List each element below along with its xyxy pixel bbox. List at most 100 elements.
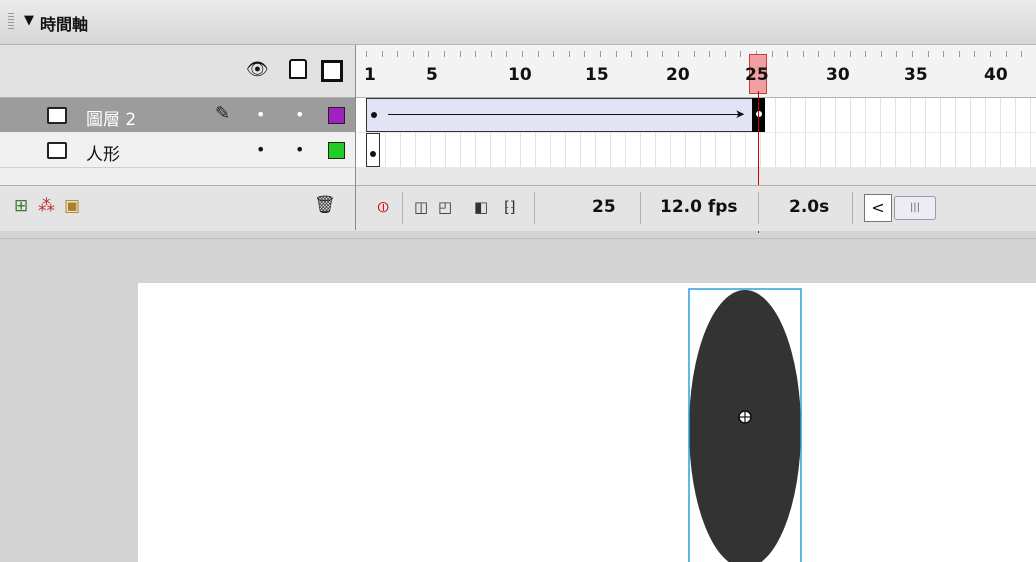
ruler-tick [709,51,711,57]
add-motion-guide-icon[interactable]: ⁂ [38,196,55,216]
keyframe-dot [370,151,376,157]
ruler-tick [568,51,570,57]
ruler-label: 1 [364,65,376,85]
layer-color-swatch[interactable] [328,142,345,159]
ruler-label: 5 [426,65,438,85]
ruler-tick [397,51,399,57]
layer-header: 👁 [0,45,355,98]
ruler-tick [615,51,617,57]
onion-skin-icon[interactable]: ◫ [414,198,428,216]
frame-row-human[interactable] [356,133,1036,167]
timeline-panel-header: ▼ 時間軸 [0,0,1036,45]
ruler-tick [412,51,414,57]
ruler-tick [958,51,960,57]
ruler-tick [771,51,773,57]
stage-workspace [0,238,1036,562]
separator [640,192,641,224]
ruler-tick [631,51,633,57]
ruler-tick [366,51,367,57]
layer-icon [47,142,67,159]
separator [758,192,759,224]
frame-rate: 12.0 fps [660,197,738,217]
ruler-tick [880,51,882,57]
ruler-tick [740,51,742,57]
insert-layer-icon[interactable]: ⊞ [14,196,28,216]
layer-name[interactable]: 人形 [86,140,120,165]
ruler-tick [662,51,664,57]
lock-icon[interactable] [289,59,307,79]
layer-panel: 👁 圖層 2 ✎ • • 人形 • • ⊞ ⁂ ▣ 🗑 [0,45,356,231]
ruler-label: 15 [585,65,609,85]
ruler-tick [428,51,430,57]
edit-multiple-frames-icon[interactable]: ◧ [474,198,488,216]
ruler-tick [865,51,867,57]
ruler-tick [724,51,726,57]
current-frame: 25 [592,197,616,217]
show-hide-eye-icon[interactable]: 👁 [246,59,269,80]
ruler-tick [584,51,586,57]
ruler-label: 35 [904,65,928,85]
visibility-dot[interactable]: • [256,105,265,124]
start-keyframe[interactable] [371,112,377,118]
timeline-body: 👁 圖層 2 ✎ • • 人形 • • ⊞ ⁂ ▣ 🗑 1 5 10 15 20… [0,45,1036,233]
insert-folder-icon[interactable]: ▣ [64,196,80,216]
collapse-arrow-icon[interactable]: ▼ [24,13,34,28]
outline-icon[interactable] [321,60,343,82]
ruler-tick [506,51,508,57]
ruler-label: 30 [826,65,850,85]
ruler-tick [927,51,929,57]
layer-toolbar: ⊞ ⁂ ▣ 🗑 [0,185,355,231]
ruler-tick [646,51,648,57]
ruler-tick [802,51,804,57]
frames-area: 1 5 10 15 20 25 30 35 40 ➤ ⦶ ◫ ◰ ◧ ⁅⁆ 25… [356,45,1036,233]
ruler-label: 10 [508,65,532,85]
separator [402,192,403,224]
lock-dot[interactable]: • [295,140,304,159]
ruler-tick [990,51,991,57]
oval-shape [689,290,801,562]
keyframe-human[interactable] [366,133,380,167]
separator [534,192,535,224]
ruler-tick [787,51,789,57]
layer-color-swatch[interactable] [328,107,345,124]
center-frame-icon[interactable]: ⦶ [378,198,389,216]
layer-icon [47,107,67,124]
end-keyframe-dot [756,111,762,117]
stage-graphics [688,288,802,562]
ruler-tick [475,51,477,57]
ruler-tick [896,51,898,57]
panel-title[interactable]: 時間軸 [40,11,88,35]
ruler-tick [600,51,601,57]
elapsed-time: 2.0s [789,197,830,217]
modify-onion-markers-icon[interactable]: ⁅⁆ [504,198,516,216]
ruler-label: 40 [984,65,1008,85]
visibility-dot[interactable]: • [256,140,265,159]
ruler-tick [693,51,695,57]
layer-row-2[interactable]: 圖層 2 ✎ • • [0,98,355,132]
tween-arrow [388,114,740,115]
ruler-label: 20 [666,65,690,85]
ruler-label: 25 [745,65,769,85]
scroll-left-button[interactable]: < [864,194,892,222]
ruler-tick [381,51,383,57]
panel-grip-handle[interactable] [8,13,14,29]
ruler-tick [1021,51,1023,57]
layer-row-human[interactable]: 人形 • • [0,133,355,168]
onion-skin-outlines-icon[interactable]: ◰ [438,198,452,216]
timeline-status-bar: ⦶ ◫ ◰ ◧ ⁅⁆ 25 12.0 fps 2.0s < ||| [356,185,1036,231]
stage-canvas[interactable] [138,283,1036,562]
lock-dot[interactable]: • [295,105,304,124]
ruler-tick [1005,51,1007,57]
horizontal-scroll-thumb[interactable]: ||| [894,196,936,220]
ruler-tick [849,51,851,57]
ruler-tick [490,51,492,57]
trash-icon[interactable]: 🗑 [314,195,336,215]
layer-name[interactable]: 圖層 2 [86,105,136,130]
frame-ruler[interactable]: 1 5 10 15 20 25 30 35 40 [356,45,1036,98]
ruler-tick [943,51,945,57]
ruler-tick [459,51,461,57]
motion-tween-span[interactable] [366,98,754,132]
ruler-tick [553,51,555,57]
ruler-tick [537,51,539,57]
ruler-tick [974,51,976,57]
